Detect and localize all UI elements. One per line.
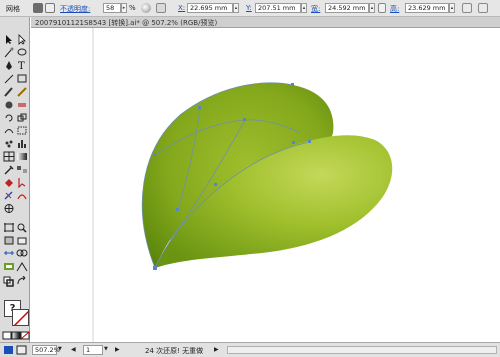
slice-tool-icon[interactable] [3, 190, 15, 201]
status-menu-icon[interactable]: ▶ [214, 346, 219, 353]
document-title: 20079101121S8543 [转换].ai* @ 507.2% (RGB/… [35, 19, 218, 27]
stroke-swatch-icon[interactable] [33, 3, 43, 13]
magic-wand-tool-icon[interactable] [3, 47, 15, 58]
x-field[interactable]: 22.695 mm [187, 3, 233, 13]
y-field[interactable]: 207.51 mm [255, 3, 301, 13]
zoom-field[interactable]: 507.2% [32, 345, 60, 355]
hand-tool-icon[interactable] [3, 203, 15, 214]
toolbox: T ? [0, 17, 30, 342]
y-link[interactable]: Y: [246, 4, 252, 12]
paintbrush-tool-icon[interactable] [3, 86, 15, 97]
screen-mode-icon[interactable] [16, 345, 28, 356]
type-tool-icon[interactable]: T [16, 60, 28, 71]
panel-menu-icon[interactable] [478, 3, 488, 13]
scissors-tool-icon[interactable] [16, 190, 28, 201]
transform-icon[interactable] [462, 3, 472, 13]
scale-tool-icon[interactable] [16, 112, 28, 123]
graph-tool-icon[interactable] [16, 138, 28, 149]
next-page-icon[interactable]: ▶ [115, 346, 120, 353]
lasso-tool-icon[interactable] [16, 47, 28, 58]
style-icon[interactable] [45, 3, 55, 13]
artboard-tool-icon[interactable] [3, 222, 15, 233]
x-link[interactable]: X: [178, 4, 185, 12]
eraser-tool-icon[interactable] [16, 99, 28, 110]
toggle-mode-icon[interactable] [3, 261, 15, 272]
control-bar: 网格 不透明度: 58 ▸ % X: 22.695 mm ▴ Y: 207.51… [0, 0, 500, 17]
h-stepper[interactable]: ▴ [449, 3, 455, 13]
selection-tool-icon[interactable] [3, 34, 15, 45]
eyedropper-tool-icon[interactable] [3, 164, 15, 175]
w-link[interactable]: 宽: [311, 4, 320, 14]
rectangle-tool-icon[interactable] [16, 73, 28, 84]
live-paint-selection-tool-icon[interactable] [16, 177, 28, 188]
pencil-tool-icon[interactable] [16, 86, 28, 97]
warp-tool-icon[interactable] [3, 125, 15, 136]
mesh-label: 网格 [6, 5, 20, 13]
direct-selection-tool-icon[interactable] [16, 34, 28, 45]
leaf-artwork[interactable] [31, 28, 500, 342]
draw-mode-icon[interactable] [3, 345, 15, 356]
free-transform-tool-icon[interactable] [16, 125, 28, 136]
w-stepper[interactable]: ▴ [369, 3, 375, 13]
y-stepper[interactable]: ▴ [301, 3, 307, 13]
align-icon[interactable] [156, 3, 166, 13]
link-proportions-icon[interactable] [378, 3, 386, 13]
fill-stroke-reset-icon[interactable] [3, 276, 15, 287]
blend-tool-icon[interactable] [16, 164, 28, 175]
stroke-swatch[interactable] [12, 309, 29, 326]
width-tool-icon[interactable] [3, 248, 15, 259]
w-field[interactable]: 24.592 mm [325, 3, 369, 13]
document-tab[interactable]: 20079101121S8543 [转换].ai* @ 507.2% (RGB/… [31, 17, 500, 28]
swap-fill-stroke-icon[interactable] [16, 276, 28, 287]
column-graph-tool-icon[interactable] [3, 235, 15, 246]
svg-text:T: T [18, 61, 25, 71]
status-text: 24 次还原! 无重做 [145, 347, 204, 355]
recolor-icon[interactable] [141, 3, 151, 13]
page-field[interactable]: 1 [83, 345, 103, 355]
status-bar: 507.2% ▼ ◀ 1 ▼ ▶ 24 次还原! 无重做 ▶ [31, 342, 500, 357]
pen-tool-icon[interactable] [3, 60, 15, 71]
horizontal-scrollbar[interactable] [227, 346, 497, 354]
artboard-canvas[interactable] [31, 28, 500, 342]
print-tiling-tool-icon[interactable] [16, 235, 28, 246]
blob-brush-tool-icon[interactable] [3, 99, 15, 110]
opacity-dropdown[interactable]: ▸ [121, 3, 127, 13]
h-link[interactable]: 高: [390, 4, 399, 14]
x-stepper[interactable]: ▴ [233, 3, 239, 13]
rotate-tool-icon[interactable] [3, 112, 15, 123]
opacity-field[interactable]: 58 [103, 3, 121, 13]
mesh-tool-icon[interactable] [3, 151, 15, 162]
page-dropdown-icon[interactable]: ▼ [104, 346, 108, 352]
percent-label: % [129, 4, 136, 12]
h-field[interactable]: 23.629 mm [405, 3, 449, 13]
perspective-grid-tool-icon[interactable] [16, 261, 28, 272]
zoom-tool-icon[interactable] [16, 222, 28, 233]
shape-builder-tool-icon[interactable] [16, 248, 28, 259]
symbol-sprayer-tool-icon[interactable] [3, 138, 15, 149]
first-page-icon[interactable]: ◀ [71, 346, 76, 353]
screen-mode-bar [0, 342, 31, 357]
zoom-dropdown-icon[interactable]: ▼ [58, 346, 62, 352]
gradient-tool-icon[interactable] [16, 151, 28, 162]
opacity-link[interactable]: 不透明度: [60, 4, 90, 14]
live-paint-bucket-tool-icon[interactable] [3, 177, 15, 188]
line-tool-icon[interactable] [3, 73, 15, 84]
